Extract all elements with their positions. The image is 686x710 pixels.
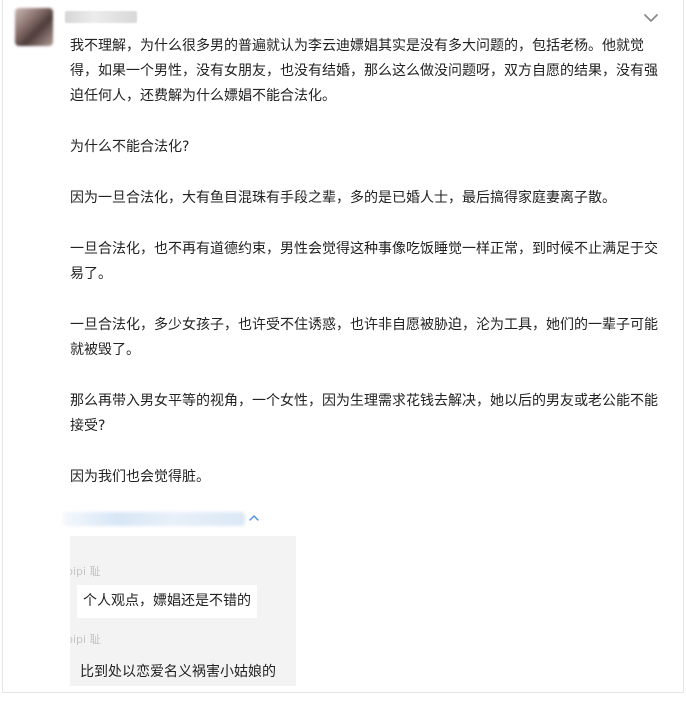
username-blurred[interactable] xyxy=(65,11,137,23)
post-paragraph: 因为我们也会觉得脏。 xyxy=(70,469,210,485)
post-paragraph: 为什么不能合法化? xyxy=(70,139,190,155)
replies-toggle[interactable] xyxy=(63,508,263,530)
chevron-up-icon xyxy=(249,515,259,521)
reply-list: pipi 耻 个人观点，嫖娼还是不错的 pipi 耻 比到处以恋爱名义祸害小姑娘… xyxy=(70,536,296,686)
reply-author[interactable]: pipi 耻 xyxy=(70,631,101,647)
avatar[interactable] xyxy=(15,8,53,46)
replies-toggle-label-blurred xyxy=(63,512,245,526)
post-paragraph: 那么再带入男女平等的视角，一个女性，因为生理需求花钱去解决，她以后的男友或老公能… xyxy=(70,393,658,434)
post-paragraph: 我不理解，为什么很多男的普遍就认为李云迪嫖娼其实是没有多大问题的，包括老杨。他就… xyxy=(70,38,658,104)
reply-author[interactable]: pipi 耻 xyxy=(70,563,101,579)
post-paragraph: 一旦合法化，多少女孩子，也许受不住诱惑，也许非自愿被胁迫，沦为工具，她们的一辈子… xyxy=(70,317,658,358)
collapse-button[interactable] xyxy=(641,10,661,26)
reply-text: 比到处以恋爱名义祸害小姑娘的 xyxy=(80,664,276,680)
comment-card: 我不理解，为什么很多男的普遍就认为李云迪嫖娼其实是没有多大问题的，包括老杨。他就… xyxy=(2,0,684,693)
chevron-down-icon xyxy=(644,14,658,22)
post-paragraph: 因为一旦合法化，大有鱼目混珠有手段之辈，多的是已婚人士，最后搞得家庭妻离子散。 xyxy=(70,190,616,206)
post-paragraph: 一旦合法化，也不再有道德约束，男性会觉得这种事像吃饭睡觉一样正常，到时候不止满足… xyxy=(70,241,658,282)
reply-text: 个人观点，嫖娼还是不错的 xyxy=(77,585,257,618)
post-body: 我不理解，为什么很多男的普遍就认为李云迪嫖娼其实是没有多大问题的，包括老杨。他就… xyxy=(70,34,665,516)
